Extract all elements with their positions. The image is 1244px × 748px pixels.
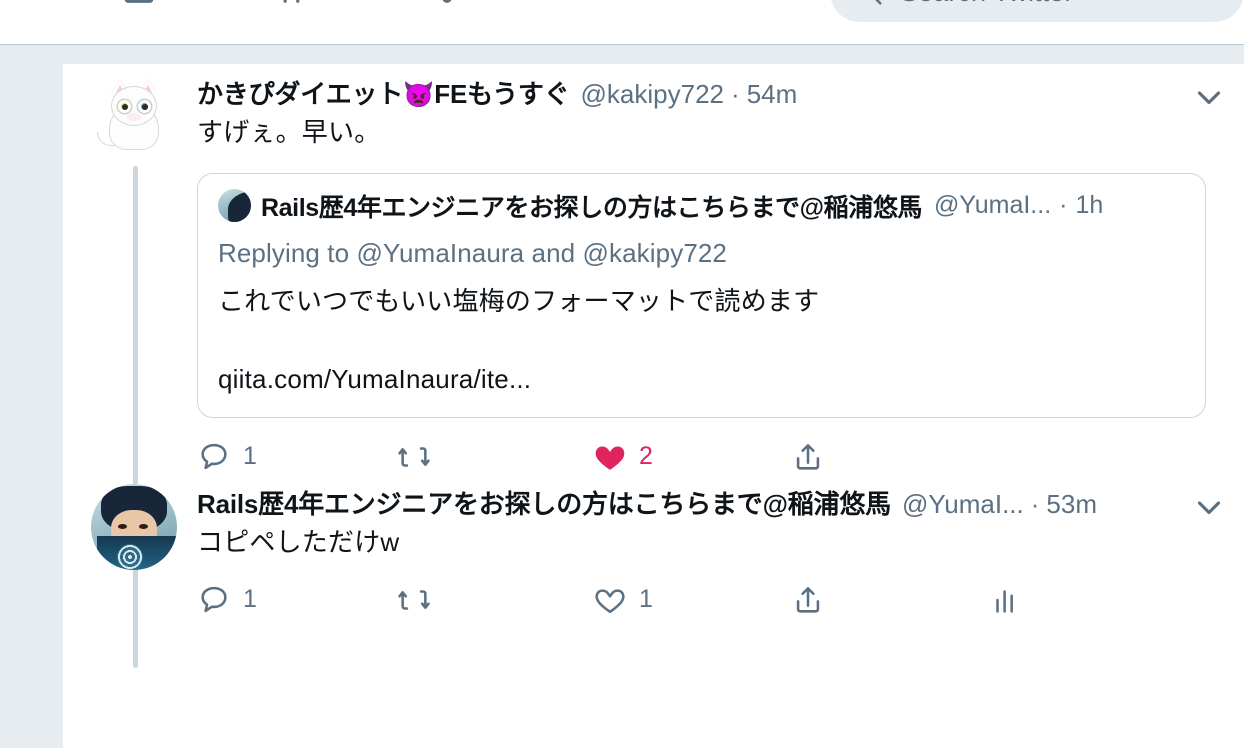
display-name[interactable]: Rails歴4年エンジニアをお探しの方はこちらまで@稲浦悠馬	[197, 484, 891, 521]
person-book-avatar	[218, 189, 251, 223]
reply-icon	[197, 583, 231, 617]
reply-button[interactable]: 1	[197, 583, 397, 617]
share-button[interactable]	[791, 583, 989, 617]
quoted-tweet-card[interactable]: Rails歴4年エンジニアをお探しの方はこちらまで@稲浦悠馬 @YumaI...…	[197, 172, 1206, 418]
timestamp[interactable]: 54m	[747, 79, 798, 110]
like-count: 2	[639, 442, 653, 471]
quoted-tweet-text: これでいつでもいい塩梅のフォーマットで読めます	[218, 285, 820, 316]
tweet-content: かきぴダイエット 👿 FEもうすぐ @kakipy722 · 54m すげぇ。早い。	[185, 74, 1228, 480]
devil-emoji: 👿	[403, 81, 435, 109]
timeline-column: かきぴダイエット 👿 FEもうすぐ @kakipy722 · 54m すげぇ。早い。	[63, 64, 1244, 748]
tweet-header: Rails歴4年エンジニアをお探しの方はこちらまで@稲浦悠馬 @YumaI...…	[197, 484, 1228, 521]
user-handle[interactable]: @YumaI...	[902, 489, 1024, 520]
nav-icon-group	[120, 0, 620, 6]
cat-avatar	[91, 74, 177, 160]
tweet-item[interactable]: Rails歴4年エンジニアをお探しの方はこちらまで@稲浦悠馬 @YumaI...…	[63, 480, 1244, 668]
heart-filled-icon	[593, 440, 627, 474]
tweet-header: かきぴダイエット 👿 FEもうすぐ @kakipy722 · 54m	[197, 74, 1228, 111]
tweet-more-options-button[interactable]	[1190, 488, 1228, 526]
reply-count: 1	[243, 585, 257, 614]
analytics-button[interactable]	[989, 583, 1049, 617]
top-navigation-bar: Search Twitter	[0, 0, 1244, 45]
avatar[interactable]	[91, 74, 177, 160]
quoted-separator-dot: ·	[1059, 191, 1068, 220]
home-icon[interactable]	[120, 0, 158, 6]
like-button[interactable]: 1	[593, 583, 791, 617]
tweet-item[interactable]: かきぴダイエット 👿 FEもうすぐ @kakipy722 · 54m すげぇ。早い。	[63, 64, 1244, 630]
analytics-bar-icon	[989, 583, 1023, 617]
mail-messages-icon[interactable]	[582, 0, 620, 6]
user-handle[interactable]: @kakipy722	[581, 79, 724, 110]
separator-dot: ·	[731, 79, 740, 109]
like-count: 1	[639, 585, 653, 614]
timestamp[interactable]: 53m	[1046, 489, 1097, 520]
quoted-tweet-header: Rails歴4年エンジニアをお探しの方はこちらまで@稲浦悠馬 @YumaI...…	[218, 188, 1185, 224]
reply-icon	[197, 440, 231, 474]
avatar[interactable]	[91, 483, 177, 570]
retweet-icon	[397, 583, 431, 617]
separator-dot: ·	[1030, 488, 1040, 519]
tweet-more-options-button[interactable]	[1190, 78, 1228, 116]
twitter-timeline-page: Search Twitter	[0, 0, 1244, 748]
tweet-action-bar: 1	[197, 583, 1228, 623]
quoted-replying-to: Replying to @YumaInaura and @kakipy722	[218, 237, 727, 268]
quoted-user-handle: @YumaI...	[934, 191, 1052, 220]
heart-outline-icon	[593, 583, 627, 617]
quoted-timestamp: 1h	[1075, 191, 1104, 220]
quoted-avatar	[218, 189, 251, 223]
tweet-avatar-column	[91, 74, 185, 630]
share-icon	[791, 583, 825, 617]
bell-notifications-icon[interactable]	[428, 0, 466, 6]
tweet-text: コピペしただけw	[197, 526, 400, 557]
tweet-avatar-column	[91, 483, 185, 668]
share-button[interactable]	[791, 440, 989, 474]
tweet-action-bar: 1	[197, 440, 1228, 480]
search-placeholder: Search Twitter	[900, 0, 1073, 8]
reply-count: 1	[243, 442, 257, 471]
quoted-tweet-link[interactable]: qiita.com/YumaInaura/ite...	[218, 364, 1185, 395]
retweet-button[interactable]	[397, 440, 593, 474]
search-box[interactable]: Search Twitter	[830, 0, 1244, 22]
reply-button[interactable]: 1	[197, 440, 397, 474]
thread-connector-line	[133, 575, 138, 668]
share-icon	[791, 440, 825, 474]
like-button[interactable]: 2	[593, 440, 791, 474]
search-icon	[854, 0, 884, 7]
tweet-text: すげぇ。早い。	[197, 117, 381, 147]
person-book-avatar	[91, 483, 177, 570]
display-name[interactable]: かきぴダイエット	[197, 74, 403, 111]
quoted-display-name: Rails歴4年エンジニアをお探しの方はこちらまで@稲浦悠馬	[261, 193, 923, 222]
retweet-button[interactable]	[397, 583, 593, 617]
tweet-content: Rails歴4年エンジニアをお探しの方はこちらまで@稲浦悠馬 @YumaI...…	[185, 484, 1228, 623]
display-name-suffix[interactable]: FEもうすぐ	[434, 74, 569, 111]
hashtag-explore-icon[interactable]	[274, 0, 312, 6]
retweet-icon	[397, 440, 431, 474]
